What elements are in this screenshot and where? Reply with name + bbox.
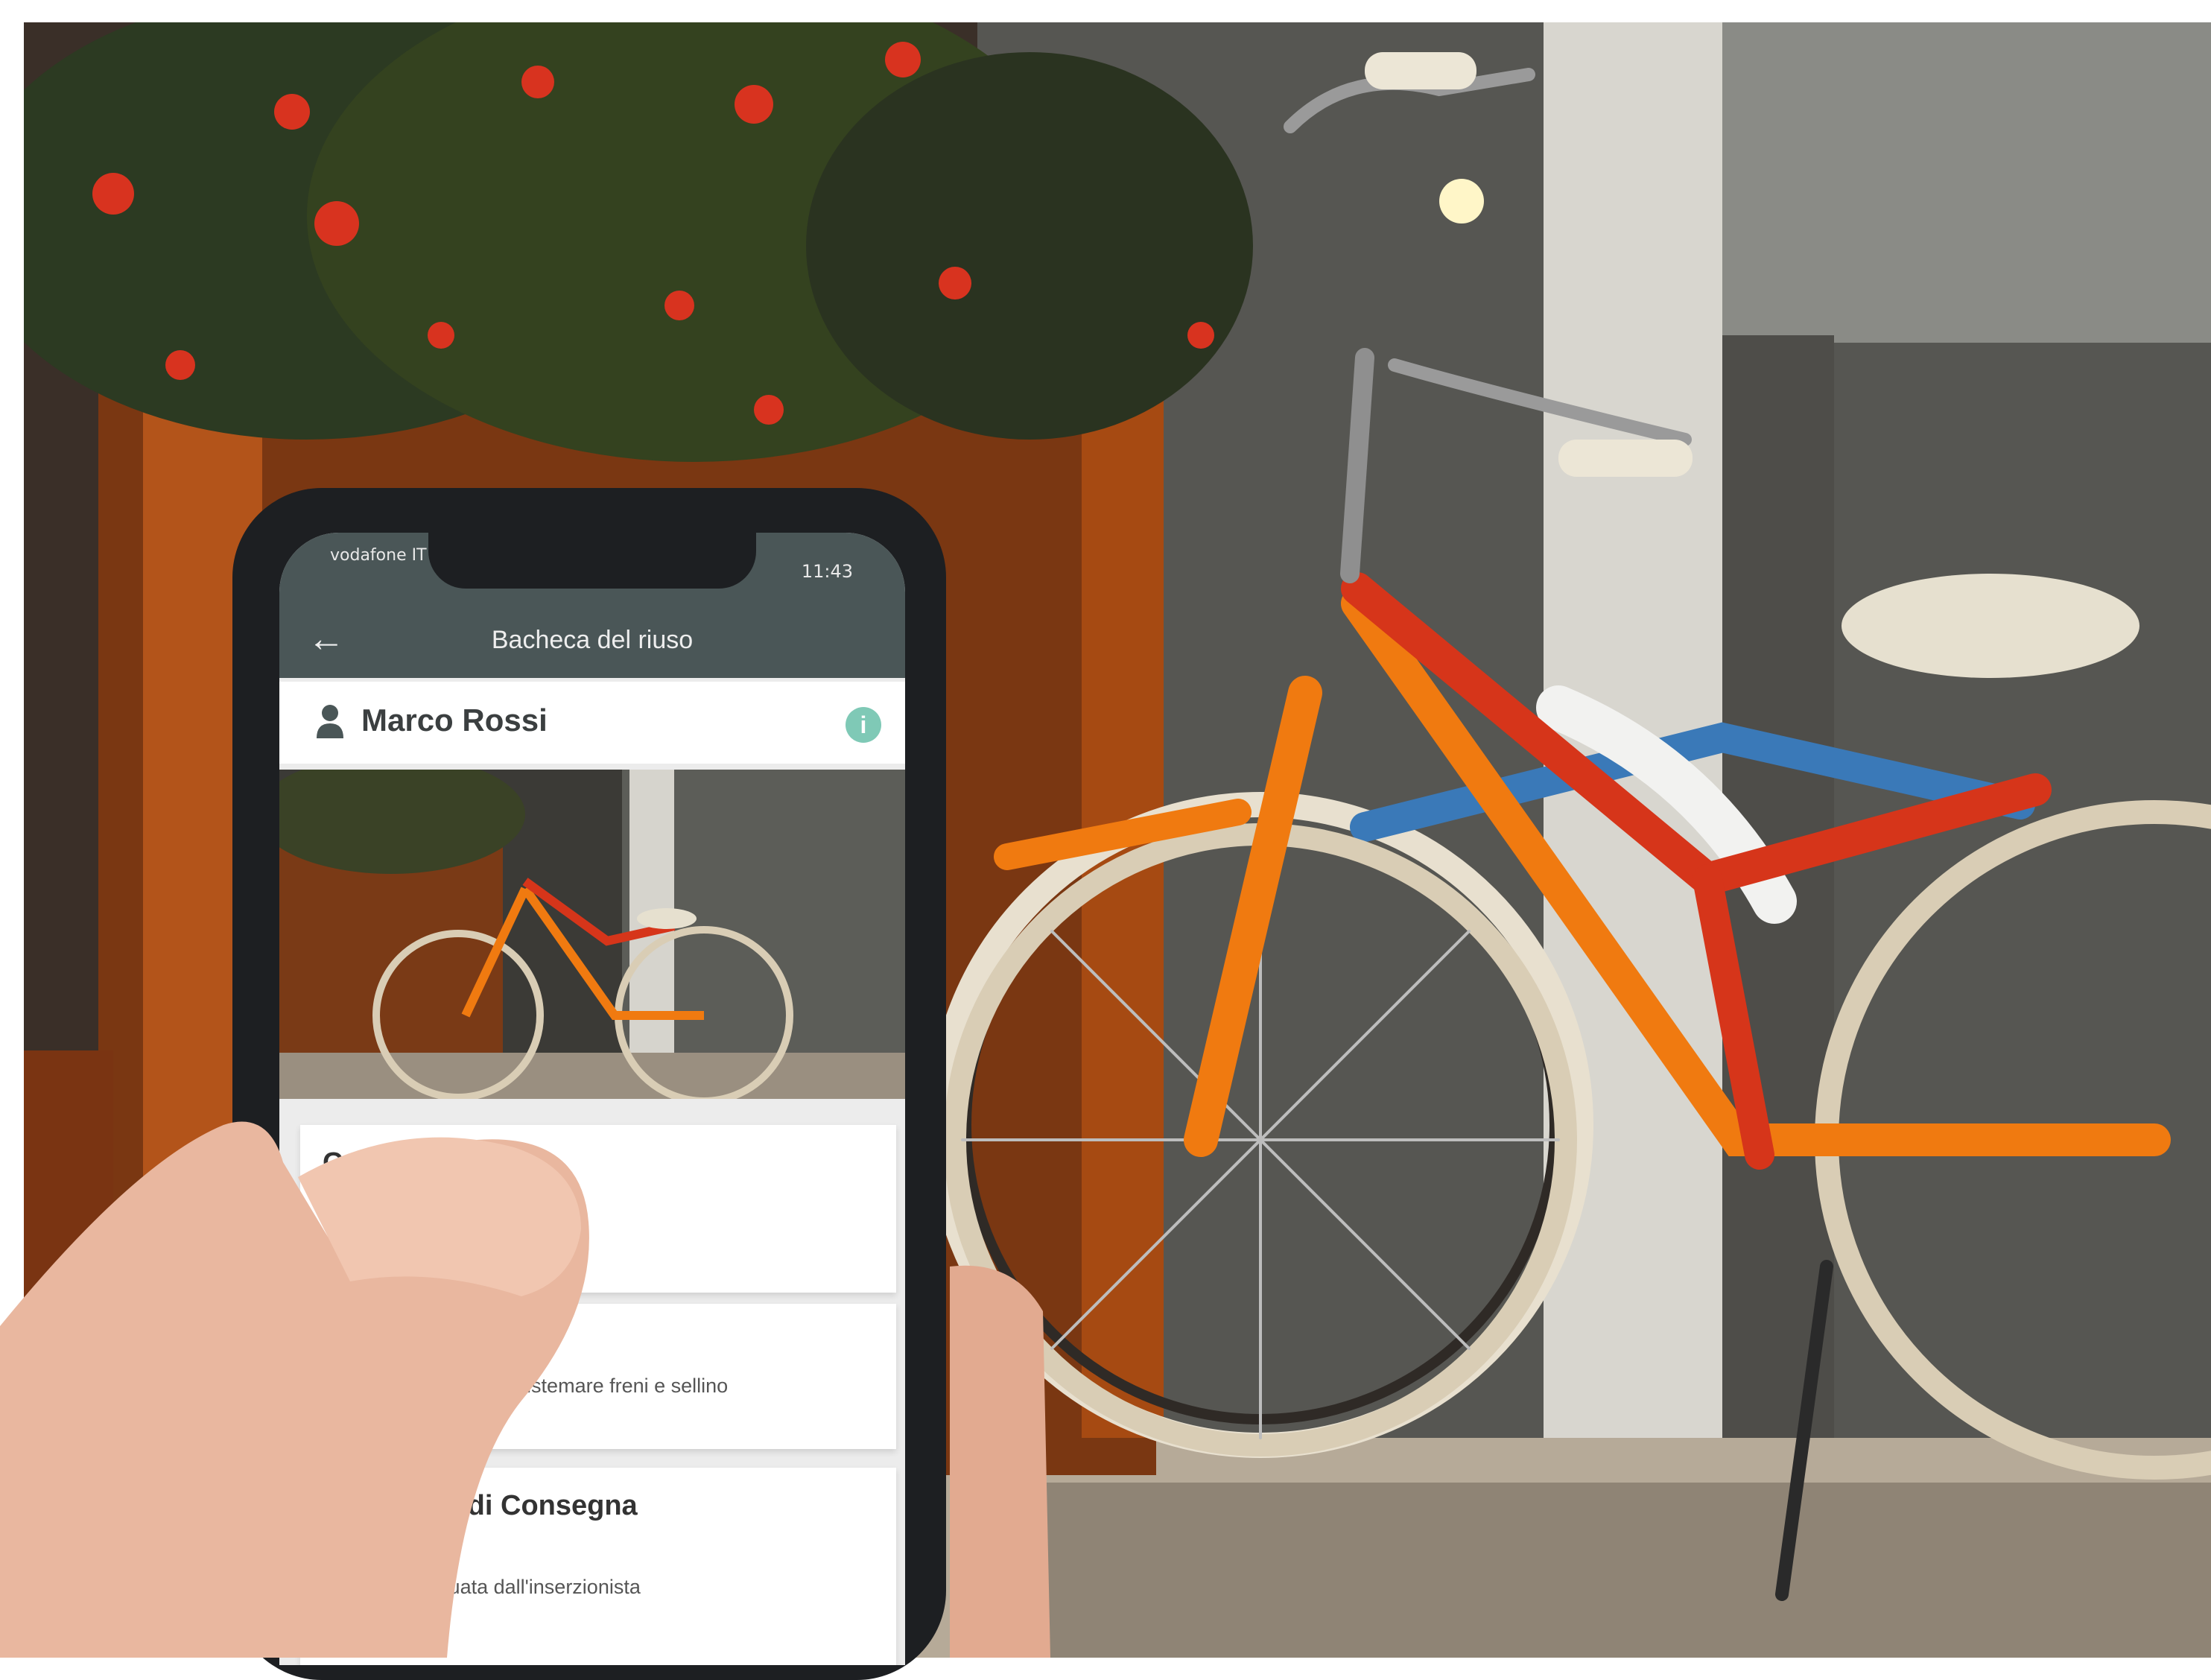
status-time: 11:43 xyxy=(801,561,853,582)
bicycle-thumbnail xyxy=(279,770,905,1099)
delivery-card[interactable]: Modalità di Consegna effettuata dall'ins… xyxy=(300,1468,896,1665)
carrier-label: vodafone IT xyxy=(330,546,427,565)
status-bar: vodafone IT 11:43 xyxy=(279,533,905,603)
user-name: Marco Rossi xyxy=(361,703,548,738)
category-title: Categoria xyxy=(323,1147,454,1179)
listing-photo[interactable] xyxy=(279,770,905,1099)
category-card[interactable]: Categoria xyxy=(300,1125,896,1293)
delivery-title: Modalità di Consegna xyxy=(345,1490,638,1521)
phone-screen: vodafone IT 11:43 ← Bacheca del riuso Ma… xyxy=(279,533,905,1665)
phone-notch xyxy=(428,533,756,589)
page-title: Bacheca del riuso xyxy=(491,626,694,654)
description-card[interactable]: superficie, sistemare freni e sellino xyxy=(300,1304,896,1449)
delivery-text: effettuata dall'inserzionista xyxy=(405,1576,641,1598)
user-bar[interactable]: Marco Rossi i xyxy=(279,682,905,764)
app-bar: ← Bacheca del riuso xyxy=(279,603,905,678)
user-icon xyxy=(317,705,343,738)
info-icon[interactable]: i xyxy=(846,707,881,743)
description-text: superficie, sistemare freni e sellino xyxy=(419,1375,729,1397)
